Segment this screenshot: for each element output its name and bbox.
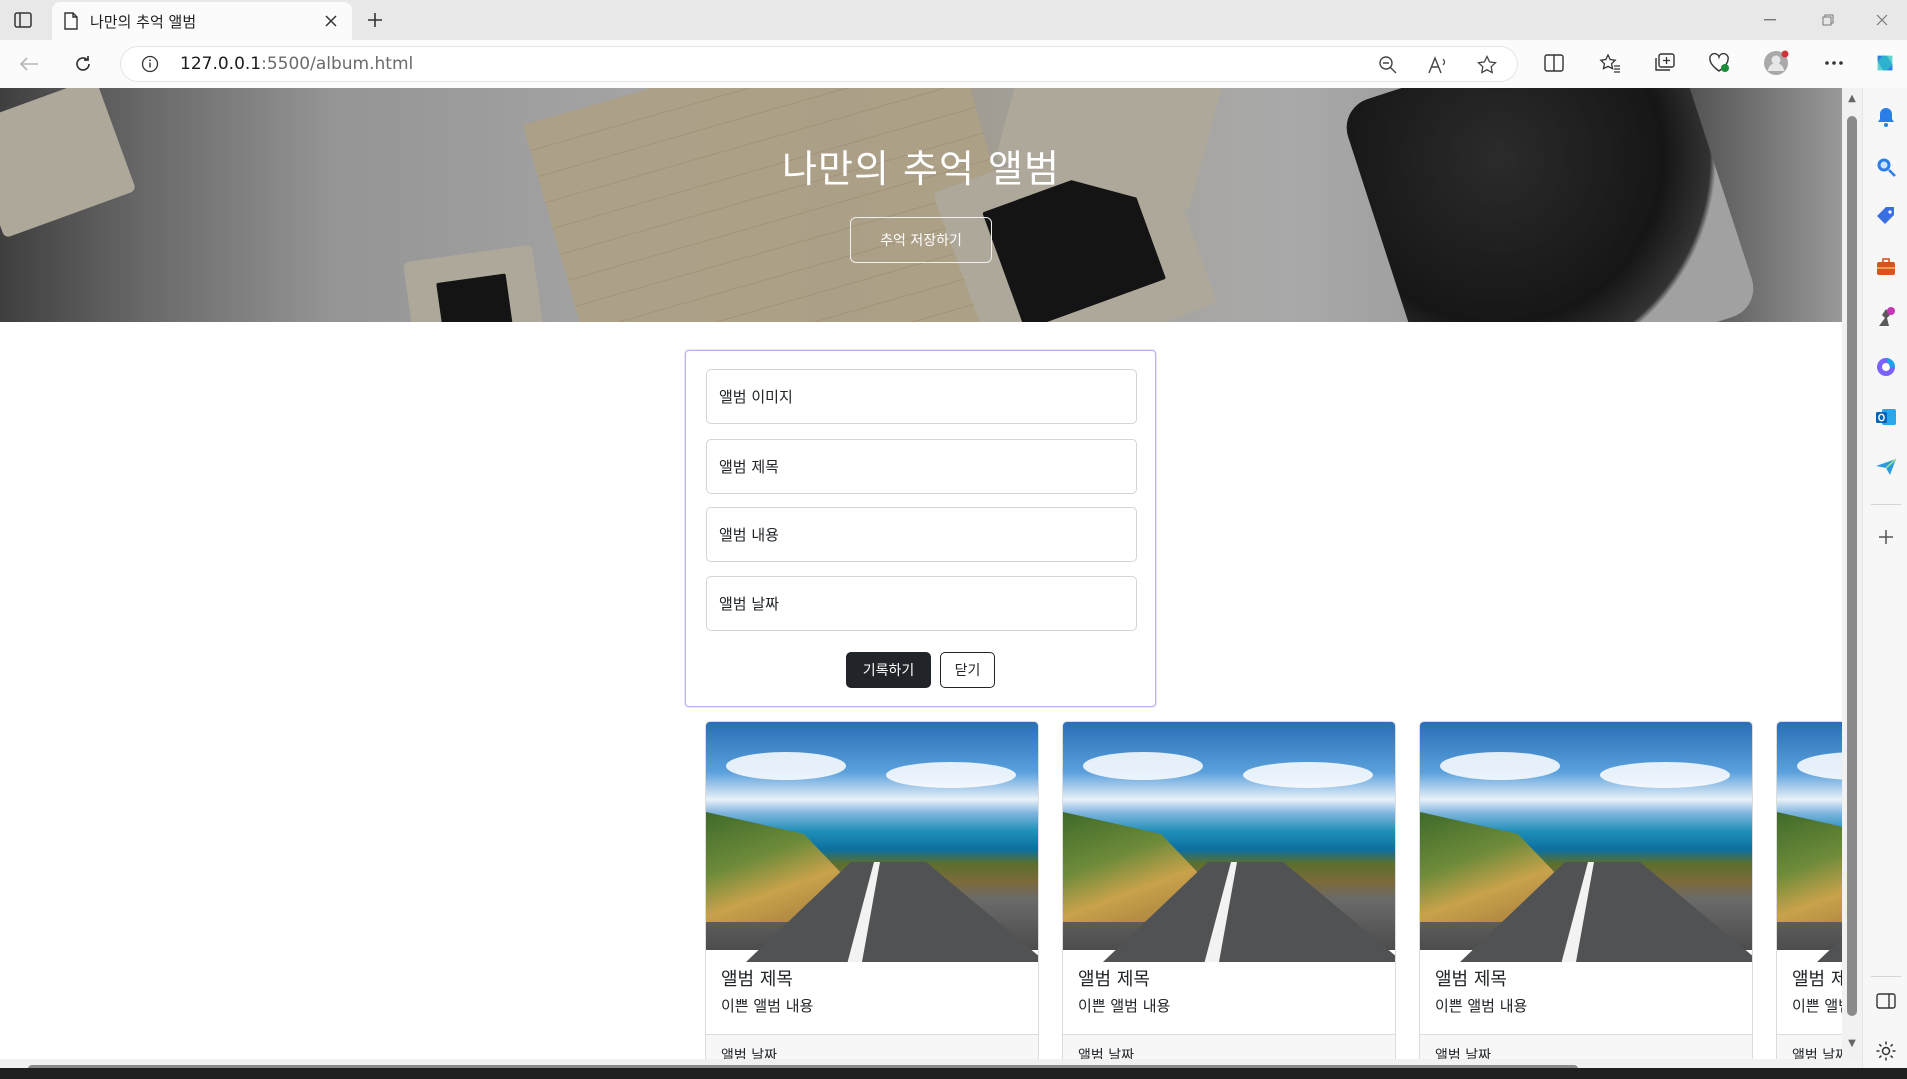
scroll-down-icon[interactable]: ▼ [1846, 1039, 1858, 1049]
record-button[interactable]: 기록하기 [846, 652, 931, 688]
album-card-footer: 앨범 날짜 [706, 1034, 1038, 1059]
album-title-input[interactable] [706, 439, 1137, 494]
vertical-scroll-thumb[interactable] [1847, 116, 1857, 1016]
album-card-text: 이쁜 앨범 내용 [1435, 997, 1528, 1015]
shopping-tag-icon[interactable] [1873, 204, 1899, 230]
album-card-image [1420, 722, 1752, 962]
album-card[interactable]: 앨범 제목 이쁜 앨범 내용 앨범 날짜 [1776, 721, 1842, 1059]
microsoft365-icon[interactable] [1873, 354, 1899, 380]
album-card-footer: 앨범 날짜 [1777, 1034, 1842, 1059]
album-date-input[interactable] [706, 576, 1137, 631]
album-form: 기록하기 닫기 [685, 350, 1156, 707]
site-info-icon[interactable] [140, 54, 160, 74]
sidebar-divider [1871, 976, 1901, 977]
profile-avatar-icon[interactable] [1763, 50, 1789, 76]
album-card-image [1777, 722, 1842, 962]
close-button[interactable]: 닫기 [940, 652, 995, 688]
outlook-icon[interactable] [1873, 404, 1899, 430]
album-card-title: 앨범 제목 [1435, 969, 1507, 990]
album-card-image [706, 722, 1038, 962]
more-options-icon[interactable] [1821, 50, 1847, 76]
url-path: :5500/album.html [261, 54, 414, 74]
album-card-title: 앨범 제목 [721, 969, 793, 990]
album-content-input[interactable] [706, 507, 1137, 562]
edge-sidebar [1862, 88, 1907, 1079]
tab-title: 나만의 추억 앨범 [90, 12, 197, 31]
tab-bar: 나만의 추억 앨범 [0, 0, 1907, 40]
save-memory-button[interactable]: 추억 저장하기 [850, 217, 992, 263]
browser-tab[interactable]: 나만의 추억 앨범 [52, 2, 352, 40]
close-window-icon[interactable] [1862, 8, 1902, 32]
vertical-scrollbar[interactable]: ▲ ▼ [1842, 88, 1862, 1059]
sidebar-divider [1871, 504, 1901, 505]
album-card-title: 앨범 제목 [1792, 969, 1842, 990]
url-text[interactable]: 127.0.0.1:5500/album.html [180, 54, 413, 74]
games-icon[interactable] [1873, 304, 1899, 330]
album-card[interactable]: 앨범 제목 이쁜 앨범 내용 앨범 날짜 [1062, 721, 1396, 1059]
hero-overlay [0, 88, 1842, 322]
album-card-title: 앨범 제목 [1078, 969, 1150, 990]
tools-briefcase-icon[interactable] [1873, 254, 1899, 280]
hero-banner: 나만의 추억 앨범 추억 저장하기 [0, 88, 1842, 322]
reload-icon[interactable] [68, 50, 98, 78]
album-card[interactable]: 앨범 제목 이쁜 앨범 내용 앨범 날짜 [705, 721, 1039, 1059]
collections-icon[interactable] [1652, 50, 1678, 76]
album-card-text: 이쁜 앨범 내용 [721, 997, 814, 1015]
album-card-text: 이쁜 앨범 내용 [1792, 997, 1842, 1015]
album-card-footer: 앨범 날짜 [1420, 1034, 1752, 1059]
send-plane-icon[interactable] [1873, 454, 1899, 480]
split-screen-icon[interactable] [1541, 50, 1567, 76]
settings-gear-icon[interactable] [1873, 1038, 1899, 1064]
album-image-input[interactable] [706, 369, 1137, 424]
album-card-image [1063, 722, 1395, 962]
read-aloud-icon[interactable] [1427, 54, 1449, 76]
page-viewport: 나만의 추억 앨범 추억 저장하기 기록하기 닫기 앨범 제목 이쁜 앨범 내용… [0, 88, 1842, 1059]
scroll-up-icon[interactable]: ▲ [1846, 94, 1858, 104]
url-host: 127.0.0.1 [180, 54, 262, 74]
favorite-star-icon[interactable] [1476, 54, 1498, 76]
address-bar[interactable]: 127.0.0.1:5500/album.html [120, 46, 1518, 82]
search-icon[interactable] [1873, 154, 1899, 180]
album-card-text: 이쁜 앨범 내용 [1078, 997, 1171, 1015]
album-card-date: 앨범 날짜 [1078, 1048, 1134, 1059]
restore-icon[interactable] [1808, 8, 1848, 32]
back-icon[interactable] [14, 50, 44, 78]
album-card-date: 앨범 날짜 [1792, 1048, 1842, 1059]
album-card[interactable]: 앨범 제목 이쁜 앨범 내용 앨범 날짜 [1419, 721, 1753, 1059]
album-card-date: 앨범 날짜 [721, 1048, 777, 1059]
notification-bell-icon[interactable] [1873, 104, 1899, 130]
new-tab-icon[interactable] [362, 8, 388, 32]
minimize-icon[interactable] [1750, 8, 1790, 32]
add-sidebar-app-icon[interactable] [1873, 524, 1899, 550]
zoom-out-icon[interactable] [1377, 54, 1399, 76]
browser-toolbar: 127.0.0.1:5500/album.html [0, 40, 1907, 88]
album-card-date: 앨범 날짜 [1435, 1048, 1491, 1059]
hide-sidebar-icon[interactable] [1873, 988, 1899, 1014]
album-card-footer: 앨범 날짜 [1063, 1034, 1395, 1059]
favorites-icon[interactable] [1597, 50, 1623, 76]
hero-title: 나만의 추억 앨범 [782, 147, 1060, 191]
page-icon [64, 12, 78, 30]
tab-actions-icon[interactable] [10, 8, 36, 32]
close-tab-icon[interactable] [322, 12, 340, 30]
copilot-icon[interactable] [1872, 50, 1898, 76]
browser-essentials-icon[interactable] [1706, 50, 1732, 76]
os-taskbar [0, 1068, 1907, 1079]
